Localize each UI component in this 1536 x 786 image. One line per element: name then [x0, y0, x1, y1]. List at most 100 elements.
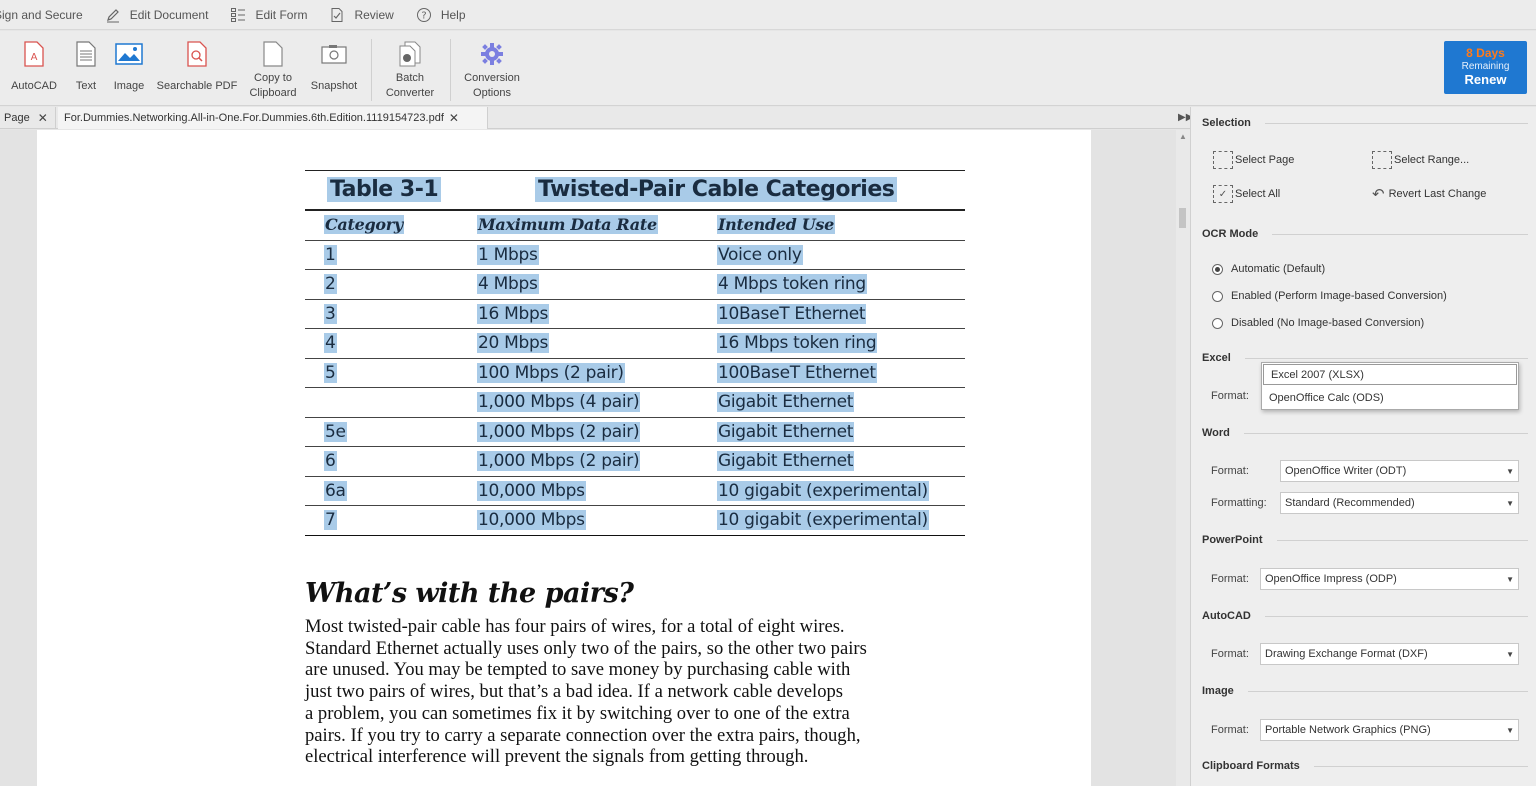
pen-icon [105, 7, 121, 23]
ribbon-separator [371, 39, 372, 101]
menu-help[interactable]: ? Help [416, 7, 466, 23]
table-cell: 100 Mbps (2 pair) [477, 362, 625, 383]
table-cell: 7 [324, 510, 337, 530]
selection-title: Selection [1202, 117, 1251, 129]
body-line: a problem, you can sometimes fix it by s… [305, 702, 850, 724]
image-section-header: Image [1202, 685, 1528, 697]
select-range-button[interactable]: Select Range... [1372, 151, 1469, 169]
table-title: Twisted-Pair Cable Categories [535, 177, 898, 202]
menu-edit-form[interactable]: Edit Form [230, 7, 307, 23]
close-icon[interactable]: ✕ [449, 111, 459, 125]
table-cell: 4 Mbps token ring [717, 274, 867, 294]
form-icon [230, 7, 246, 23]
radio-unselected[interactable] [1212, 317, 1223, 329]
table-cell: 100BaseT Ethernet [717, 362, 877, 383]
select-all-label: Select All [1235, 188, 1281, 200]
image-format-value: Portable Network Graphics (PNG) [1265, 724, 1431, 736]
searchable-pdf-label: Searchable PDF [156, 80, 238, 92]
conversion-options-button[interactable]: Conversion Options [458, 39, 526, 101]
scrollbar-thumb[interactable] [1179, 208, 1186, 228]
scroll-up-icon[interactable]: ▲ [1179, 132, 1187, 141]
column-header: Category [324, 215, 404, 234]
dropdown-option[interactable]: Excel 2007 (XLSX) [1263, 364, 1517, 385]
table-cell: Gigabit Ethernet [717, 421, 855, 442]
divider [1276, 539, 1528, 541]
body-line: Most twisted-pair cable has four pairs o… [305, 616, 845, 637]
vertical-scrollbar[interactable]: ▲ [1176, 130, 1190, 786]
powerpoint-section-header: PowerPoint [1202, 534, 1528, 546]
image-format-label: Format: [1211, 724, 1249, 736]
cable-categories-table: Table 3-1 Twisted-Pair Cable Categories … [305, 170, 965, 536]
select-all-button[interactable]: ✓ Select All [1213, 185, 1280, 203]
table-header-row: Category Maximum Data Rate Intended Use [305, 211, 965, 241]
text-label: Text [75, 80, 97, 92]
body-line: just two pairs of wires, but that’s a ba… [305, 681, 844, 703]
tab-document[interactable]: For.Dummies.Networking.All-in-One.For.Du… [58, 107, 488, 129]
autocad-format-select[interactable]: Drawing Exchange Format (DXF) ▼ [1260, 643, 1519, 665]
text-button[interactable]: Text [70, 39, 102, 94]
document-tab-bar: Page ✕ For.Dummies.Networking.All-in-One… [0, 107, 1190, 129]
table-row: 5 100 Mbps (2 pair) 100BaseT Ethernet [305, 359, 965, 388]
menu-edit-document[interactable]: Edit Document [105, 7, 208, 23]
chevron-down-icon: ▼ [1506, 650, 1514, 659]
select-page-button[interactable]: Select Page [1213, 151, 1294, 169]
table-cell: 4 [324, 333, 337, 353]
autocad-button[interactable]: A AutoCAD [8, 39, 60, 94]
select-page-icon [1213, 151, 1233, 169]
image-label: Image [113, 80, 145, 92]
table-cell: 6a [324, 480, 347, 501]
word-formatting-select[interactable]: Standard (Recommended) ▼ [1280, 492, 1519, 514]
text-doc-icon [70, 39, 102, 69]
body-line: electrical interference will prevent the… [305, 746, 809, 768]
body-line: Standard Ethernet actually uses only two… [305, 637, 867, 659]
copy-to-clipboard-button[interactable]: Copy to Clipboard [244, 39, 302, 101]
powerpoint-format-select[interactable]: OpenOffice Impress (ODP) ▼ [1260, 568, 1519, 590]
dropdown-option[interactable]: OpenOffice Calc (ODS) [1262, 386, 1518, 409]
excel-format-dropdown[interactable]: Excel 2007 (XLSX) OpenOffice Calc (ODS) [1261, 362, 1519, 410]
table-cell: 1 Mbps [477, 244, 539, 265]
revert-last-change-button[interactable]: ↶ Revert Last Change [1372, 185, 1486, 203]
menu-review-label: Review [354, 7, 394, 22]
select-page-label: Select Page [1235, 154, 1295, 166]
ocr-option-enabled[interactable]: Enabled (Perform Image-based Conversion) [1212, 290, 1447, 302]
image-format-select[interactable]: Portable Network Graphics (PNG) ▼ [1260, 719, 1519, 741]
batch-converter-button[interactable]: Batch Converter [381, 39, 439, 101]
chevron-down-icon: ▼ [1506, 726, 1514, 735]
table-cell: 1,000 Mbps (4 pair) [477, 392, 641, 412]
searchable-pdf-button[interactable]: Searchable PDF [155, 39, 239, 94]
renew-button[interactable]: 8 Days Remaining Renew [1444, 41, 1527, 94]
ocr-option-label: Enabled (Perform Image-based Conversion) [1231, 290, 1447, 302]
radio-selected[interactable] [1212, 263, 1223, 275]
close-icon[interactable]: ✕ [38, 111, 48, 125]
select-range-label: Select Range... [1394, 154, 1470, 166]
column-header: Maximum Data Rate [477, 215, 658, 234]
batch-converter-icon [381, 39, 439, 69]
menu-review[interactable]: Review [329, 7, 394, 23]
ocr-option-label: Automatic (Default) [1231, 263, 1326, 275]
tab-page[interactable]: Page ✕ [0, 107, 56, 129]
radio-unselected[interactable] [1212, 290, 1223, 302]
ocr-option-disabled[interactable]: Disabled (No Image-based Conversion) [1212, 317, 1424, 329]
snapshot-button[interactable]: Snapshot [307, 39, 361, 94]
image-button[interactable]: Image [110, 39, 148, 94]
pdf-page[interactable]: Table 3-1 Twisted-Pair Cable Categories … [37, 130, 1091, 786]
table-cell: 6 [324, 451, 337, 471]
table-cell: 10,000 Mbps [477, 480, 586, 501]
table-cell: 10BaseT Ethernet [717, 303, 867, 324]
menu-help-label: Help [440, 7, 466, 22]
document-view[interactable]: Table 3-1 Twisted-Pair Cable Categories … [0, 130, 1176, 786]
chevron-down-icon: ▼ [1506, 499, 1514, 508]
word-format-select[interactable]: OpenOffice Writer (ODT) ▼ [1280, 460, 1519, 482]
word-formatting-label: Formatting: [1211, 497, 1267, 509]
ocr-option-automatic[interactable]: Automatic (Default) [1212, 263, 1325, 275]
table-cell: 20 Mbps [477, 333, 550, 353]
body-paragraph: Most twisted-pair cable has four pairs o… [305, 616, 985, 768]
body-line: are unused. You may be tempted to save m… [305, 659, 851, 681]
select-range-icon [1372, 151, 1392, 169]
review-icon [329, 7, 345, 23]
menu-sign-and-secure[interactable]: Sign and Secure [0, 8, 83, 22]
app-window: Sign and Secure Edit Document Edit Form … [0, 0, 1536, 786]
table-row: 6 1,000 Mbps (2 pair) Gigabit Ethernet [305, 447, 965, 477]
menu-bar: Sign and Secure Edit Document Edit Form … [0, 0, 1536, 30]
clipboard-section-header: Clipboard Formats [1202, 760, 1528, 772]
